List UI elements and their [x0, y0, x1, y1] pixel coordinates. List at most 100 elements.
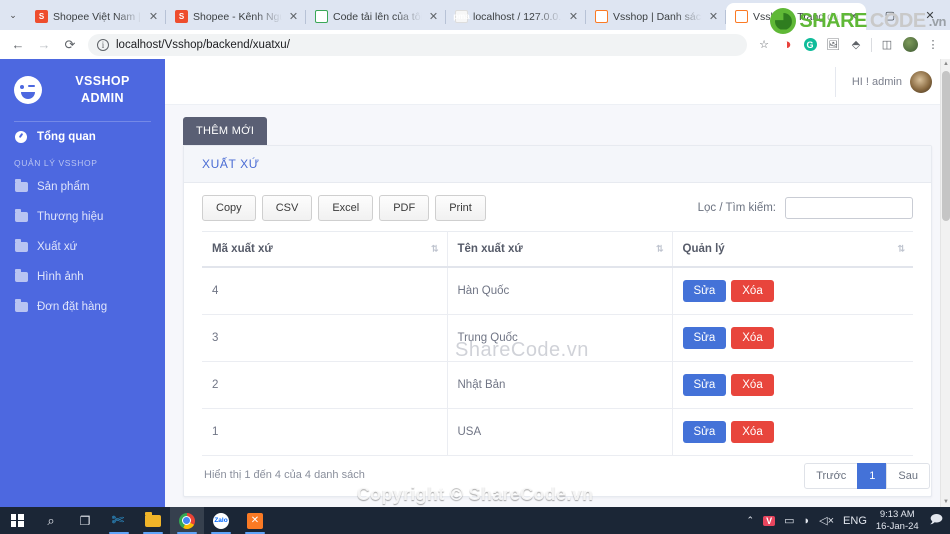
tray-expand-icon[interactable]: ⌃	[747, 515, 755, 526]
tab-list-toggle-icon[interactable]: ⌄	[0, 0, 26, 30]
sidebar-item-images[interactable]: Hình ảnh	[0, 262, 165, 292]
edit-button[interactable]: Sửa	[682, 421, 727, 443]
user-menu[interactable]: HI ! admin	[834, 66, 932, 97]
network-icon[interactable]: ◗	[804, 515, 811, 527]
delete-button[interactable]: Xóa	[731, 374, 774, 396]
scroll-down-icon[interactable]: ▼	[941, 497, 950, 507]
cell-actions: Sửa Xóa	[672, 267, 913, 315]
sidebar-item-overview[interactable]: Tổng quan	[0, 122, 165, 152]
sharecode-recycle-icon	[770, 8, 797, 34]
cell-actions: Sửa Xóa	[672, 408, 913, 456]
vscode-icon: ✄	[111, 512, 125, 529]
column-header-label: Quản lý	[682, 243, 725, 255]
logo-code-text: CODE	[869, 9, 926, 32]
site-info-icon[interactable]: i	[97, 38, 109, 51]
column-header-code[interactable]: Mã xuất xứ ⇅	[202, 231, 448, 268]
taskbar-app-vscode[interactable]: ✄	[102, 507, 136, 534]
pagination-prev-button[interactable]: Trước	[804, 463, 859, 489]
chrome-menu-icon[interactable]: ⋮	[922, 34, 944, 56]
browser-tab-3[interactable]: pma localhost / 127.0.0.1 / ✕	[446, 3, 586, 30]
excel-button[interactable]: Excel	[318, 195, 374, 221]
tab-close-icon[interactable]: ✕	[427, 10, 440, 23]
copy-button[interactable]: Copy	[202, 195, 256, 221]
reload-icon[interactable]: ⟳	[58, 33, 82, 57]
tab-title: localhost / 127.0.0.1 /	[473, 10, 562, 23]
sort-icon[interactable]: ⇅	[431, 244, 438, 255]
bookmark-star-icon[interactable]: ☆	[753, 34, 775, 56]
profile-avatar-icon[interactable]	[899, 34, 921, 56]
browser-tab-2[interactable]: ◉ Code tải lên của tôi ✕	[306, 3, 446, 30]
column-header-label: Tên xuất xứ	[457, 243, 523, 255]
edit-button[interactable]: Sửa	[682, 280, 727, 302]
clock[interactable]: 9:13 AM 16-Jan-24	[876, 509, 919, 533]
start-button[interactable]	[0, 507, 34, 534]
print-button[interactable]: Print	[435, 195, 486, 221]
browser-tab-0[interactable]: S Shopee Việt Nam | M ✕	[26, 3, 166, 30]
browser-tab-4[interactable]: ✕ Vsshop | Danh sách s ✕	[586, 3, 726, 30]
back-icon[interactable]: ←	[6, 33, 30, 57]
pagination-page-1[interactable]: 1	[857, 463, 888, 489]
card-body: Copy CSV Excel PDF Print Lọc / Tìm kiếm:	[184, 183, 931, 481]
task-view-button[interactable]: ❐	[68, 507, 102, 534]
sort-icon[interactable]: ⇅	[897, 244, 904, 255]
pdf-button[interactable]: PDF	[379, 195, 430, 221]
scrollbar-thumb[interactable]	[942, 71, 950, 221]
tab-close-icon[interactable]: ✕	[287, 10, 300, 23]
tab-close-icon[interactable]: ✕	[567, 10, 580, 23]
opera-extension-icon[interactable]: ◑	[776, 34, 798, 56]
forward-icon[interactable]: →	[32, 33, 56, 57]
battery-icon[interactable]: ▭	[784, 514, 794, 527]
sidebar-item-orders[interactable]: Đơn đặt hàng	[0, 292, 165, 322]
cell-name: USA	[447, 408, 673, 456]
csv-button[interactable]: CSV	[261, 195, 313, 221]
delete-button[interactable]: Xóa	[731, 280, 774, 302]
sidebar-item-label: Hình ảnh	[37, 270, 84, 283]
folder-icon	[14, 208, 28, 223]
puzzle-extension-icon[interactable]: ⬘	[845, 34, 867, 56]
tab-title: Vsshop | Danh sách s	[613, 10, 702, 23]
sidebar-brand[interactable]: VSSHOP ADMIN	[0, 59, 165, 115]
pagination-next-button[interactable]: Sau	[886, 463, 930, 489]
taskbar-app-zalo[interactable]: Zalo	[204, 507, 238, 534]
volume-muted-icon[interactable]: ◁×	[819, 514, 834, 527]
avatar[interactable]	[910, 70, 932, 93]
taskbar-app-chrome[interactable]	[170, 507, 204, 534]
search-input[interactable]	[785, 197, 913, 219]
scroll-up-icon[interactable]: ▲	[941, 59, 950, 69]
cell-name: Nhật Bản	[447, 361, 673, 409]
edit-button[interactable]: Sửa	[682, 327, 727, 349]
taskbar-app-file-explorer[interactable]	[136, 507, 170, 534]
image-extension-icon[interactable]: 🖼	[822, 34, 844, 56]
sidebar-item-products[interactable]: Sản phẩm	[0, 172, 165, 202]
browser-tab-1[interactable]: S Shopee - Kênh Người ✕	[166, 3, 306, 30]
grammarly-extension-icon[interactable]: G	[799, 34, 821, 56]
table-row: 2 Nhật Bản Sửa Xóa	[202, 361, 913, 409]
side-panel-icon[interactable]: ◫	[876, 34, 898, 56]
sidebar-item-label: Thương hiệu	[37, 210, 104, 223]
language-indicator[interactable]: ENG	[843, 515, 867, 527]
notification-icon[interactable]: 🗩	[928, 510, 943, 531]
brand-text: VSSHOP ADMIN	[52, 73, 153, 107]
column-header-label: Mã xuất xứ	[212, 243, 273, 255]
taskbar-search-button[interactable]: ⌕	[34, 507, 68, 534]
sidebar-item-brands[interactable]: Thương hiệu	[0, 202, 165, 232]
sidebar-item-origin[interactable]: Xuất xứ	[0, 232, 165, 262]
add-new-button[interactable]: THÊM MỚI	[183, 117, 268, 145]
tray-v-icon[interactable]: V	[763, 515, 776, 526]
tab-close-icon[interactable]: ✕	[147, 10, 160, 23]
column-header-actions[interactable]: Quản lý ⇅	[672, 231, 913, 268]
brand-line-1: VSSHOP	[75, 74, 130, 88]
page-scrollbar[interactable]: ▲ ▼	[940, 59, 950, 507]
folder-icon	[14, 238, 28, 253]
delete-button[interactable]: Xóa	[731, 327, 774, 349]
sidebar-item-label: Tổng quan	[37, 130, 96, 143]
column-header-name[interactable]: Tên xuất xứ ⇅	[447, 231, 673, 268]
logo-vn-text: .vn	[928, 13, 947, 29]
taskbar-app-xampp[interactable]: ✕	[238, 507, 272, 534]
delete-button[interactable]: Xóa	[731, 421, 774, 443]
edit-button[interactable]: Sửa	[682, 374, 727, 396]
admin-content: HI ! admin THÊM MỚI XUẤT XỨ Copy CSV Exc…	[165, 59, 950, 507]
address-bar[interactable]: i localhost/Vsshop/backend/xuatxu/	[88, 33, 747, 56]
sort-icon[interactable]: ⇅	[656, 244, 663, 255]
tab-close-icon[interactable]: ✕	[707, 10, 720, 23]
